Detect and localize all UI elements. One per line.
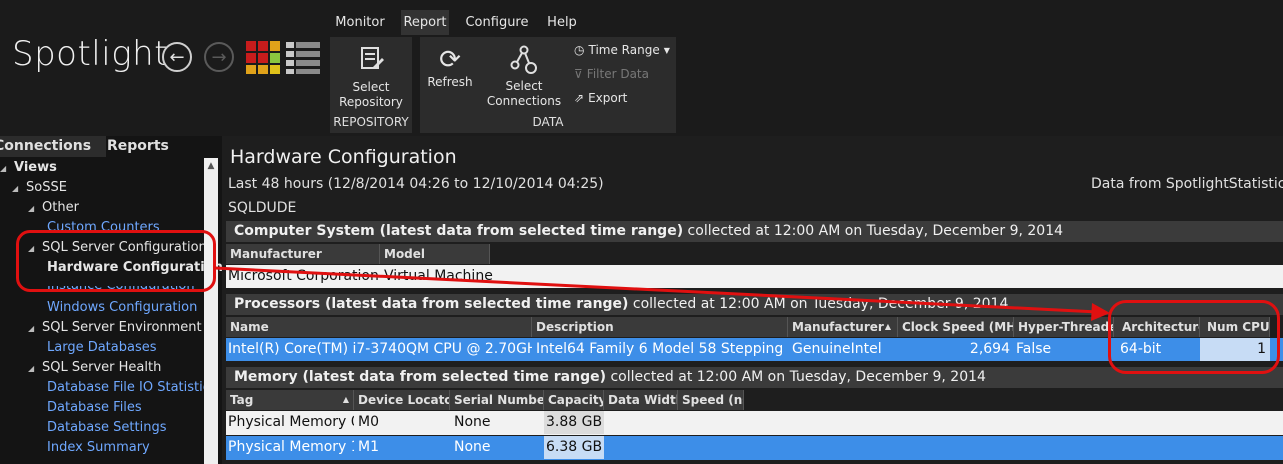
annotation-arrow-line bbox=[214, 266, 1099, 314]
annotation-arrow bbox=[214, 266, 1110, 321]
annotation-arrow-head bbox=[1091, 303, 1110, 321]
